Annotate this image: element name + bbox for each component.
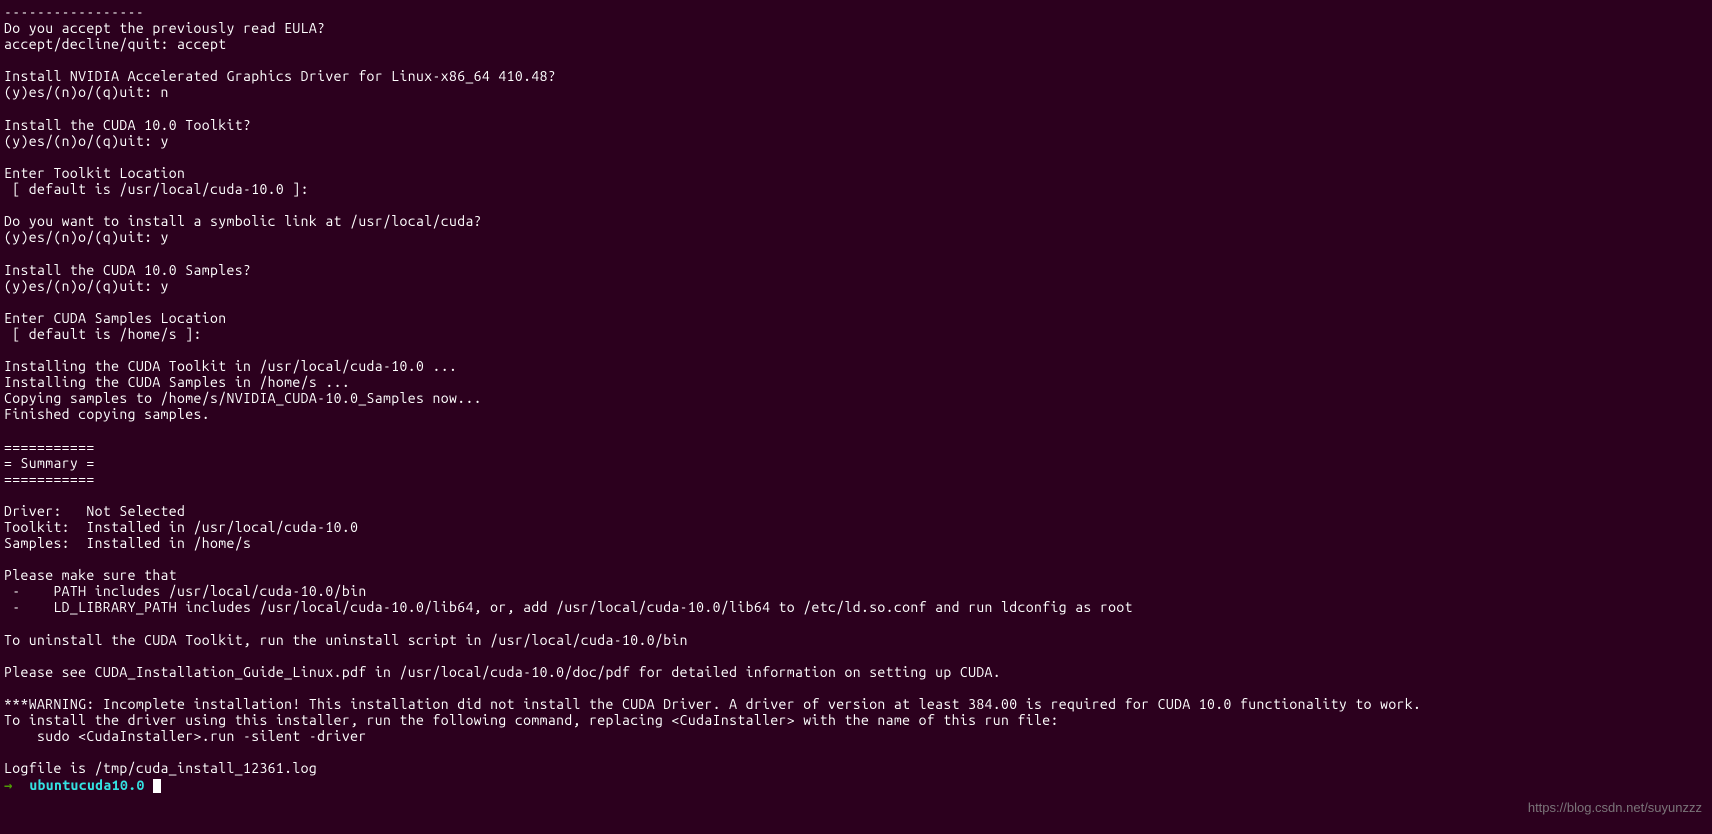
prompt-arrow-icon: → [4,777,21,793]
terminal-line [4,52,1708,68]
terminal-output[interactable]: -----------------Do you accept the previ… [4,4,1708,793]
terminal-line: Do you accept the previously read EULA? [4,20,1708,36]
terminal-line [4,342,1708,358]
terminal-line: Finished copying samples. [4,406,1708,422]
terminal-line: Toolkit: Installed in /usr/local/cuda-10… [4,519,1708,535]
terminal-line: Samples: Installed in /home/s [4,535,1708,551]
terminal-line: [ default is /home/s ]: [4,326,1708,342]
terminal-line [4,551,1708,567]
terminal-line [4,648,1708,664]
terminal-line [4,294,1708,310]
terminal-line: Enter Toolkit Location [4,165,1708,181]
terminal-line [4,149,1708,165]
terminal-line [4,197,1708,213]
terminal-line: =========== [4,471,1708,487]
watermark-text: https://blog.csdn.net/suyunzzz [1528,801,1702,816]
terminal-line: Install the CUDA 10.0 Toolkit? [4,117,1708,133]
terminal-lines: -----------------Do you accept the previ… [4,4,1708,777]
terminal-line: Logfile is /tmp/cuda_install_12361.log [4,760,1708,776]
terminal-line: - PATH includes /usr/local/cuda-10.0/bin [4,583,1708,599]
terminal-line: To install the driver using this install… [4,712,1708,728]
terminal-line: Install NVIDIA Accelerated Graphics Driv… [4,68,1708,84]
terminal-line: Do you want to install a symbolic link a… [4,213,1708,229]
terminal-line: (y)es/(n)o/(q)uit: n [4,84,1708,100]
terminal-line: Enter CUDA Samples Location [4,310,1708,326]
terminal-line [4,616,1708,632]
terminal-line: (y)es/(n)o/(q)uit: y [4,278,1708,294]
terminal-line [4,487,1708,503]
terminal-line: [ default is /usr/local/cuda-10.0 ]: [4,181,1708,197]
terminal-line: accept/decline/quit: accept [4,36,1708,52]
terminal-line: = Summary = [4,455,1708,471]
terminal-line [4,744,1708,760]
terminal-line: ***WARNING: Incomplete installation! Thi… [4,696,1708,712]
terminal-line: Copying samples to /home/s/NVIDIA_CUDA-1… [4,390,1708,406]
terminal-line: sudo <CudaInstaller>.run -silent -driver [4,728,1708,744]
terminal-line [4,680,1708,696]
terminal-line: Please see CUDA_Installation_Guide_Linux… [4,664,1708,680]
terminal-line: - LD_LIBRARY_PATH includes /usr/local/cu… [4,599,1708,615]
terminal-line: Installing the CUDA Toolkit in /usr/loca… [4,358,1708,374]
terminal-line [4,101,1708,117]
terminal-line: Please make sure that [4,567,1708,583]
terminal-line [4,422,1708,438]
terminal-line: Driver: Not Selected [4,503,1708,519]
terminal-line: Install the CUDA 10.0 Samples? [4,262,1708,278]
terminal-line: To uninstall the CUDA Toolkit, run the u… [4,632,1708,648]
prompt-line[interactable]: → ubuntucuda10.0 [4,777,1708,793]
terminal-line: (y)es/(n)o/(q)uit: y [4,133,1708,149]
prompt-path: ubuntucuda10.0 [21,777,145,793]
terminal-line: Installing the CUDA Samples in /home/s .… [4,374,1708,390]
cursor-icon [153,779,161,793]
terminal-line: (y)es/(n)o/(q)uit: y [4,229,1708,245]
terminal-line: =========== [4,439,1708,455]
terminal-line: ----------------- [4,4,1708,20]
terminal-line [4,245,1708,261]
